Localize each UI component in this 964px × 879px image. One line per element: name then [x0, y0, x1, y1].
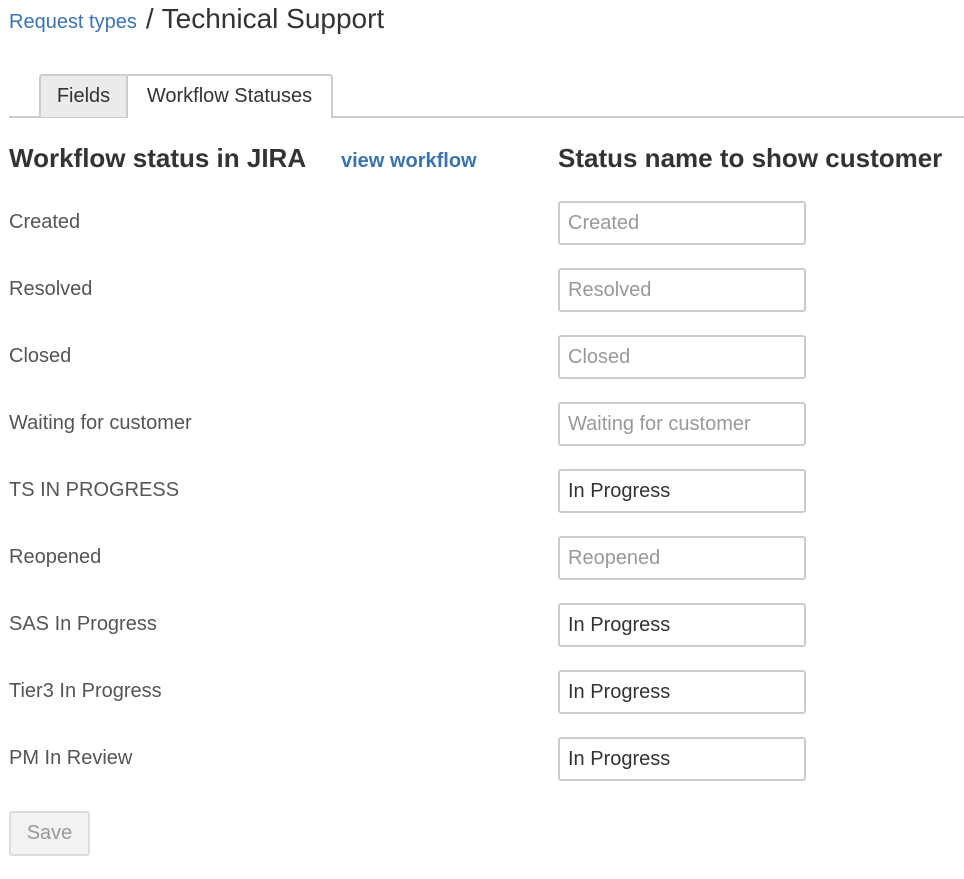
customer-status-input-reopened[interactable] [558, 536, 806, 580]
tab-fields[interactable]: Fields [39, 74, 128, 117]
status-row-tier3-in-progress: Tier3 In Progress [0, 670, 964, 714]
customer-status-input-sas-in-progress[interactable] [558, 603, 806, 647]
customer-status-input-resolved[interactable] [558, 268, 806, 312]
jira-status-label: Reopened [9, 546, 102, 568]
workflow-status-heading: Workflow status in JIRA [9, 143, 307, 173]
customer-status-input-tier3-in-progress[interactable] [558, 670, 806, 714]
status-row-reopened: Reopened [0, 536, 964, 580]
jira-status-label: Closed [9, 345, 72, 367]
tab-workflow-statuses[interactable]: Workflow Statuses [126, 74, 333, 118]
breadcrumb: Request types / Technical Support [9, 3, 384, 39]
jira-status-label: Created [9, 211, 81, 233]
breadcrumb-separator: / [145, 3, 154, 34]
jira-status-label: SAS In Progress [9, 613, 157, 635]
jira-status-label: Waiting for customer [9, 412, 192, 434]
jira-status-label: TS IN PROGRESS [9, 479, 180, 501]
status-row-sas-in-progress: SAS In Progress [0, 603, 964, 647]
status-row-closed: Closed [0, 335, 964, 379]
breadcrumb-request-types-link[interactable]: Request types [9, 11, 137, 34]
customer-status-input-ts-in-progress[interactable] [558, 469, 806, 513]
status-row-pm-in-review: PM In Review [0, 737, 964, 781]
customer-status-input-created[interactable] [558, 201, 806, 245]
status-row-resolved: Resolved [0, 268, 964, 312]
save-button[interactable]: Save [9, 811, 90, 856]
jira-status-label: Resolved [9, 278, 93, 300]
page-title: Technical Support [161, 3, 385, 34]
customer-status-input-waiting-for-customer[interactable] [558, 402, 806, 446]
customer-status-heading: Status name to show customer [558, 143, 943, 173]
jira-status-label: Tier3 In Progress [9, 680, 162, 702]
view-workflow-link[interactable]: view workflow [341, 150, 477, 173]
status-row-created: Created [0, 201, 964, 245]
tab-bar: Fields Workflow Statuses [9, 74, 964, 118]
status-row-ts-in-progress: TS IN PROGRESS [0, 469, 964, 513]
customer-status-input-closed[interactable] [558, 335, 806, 379]
customer-status-input-pm-in-review[interactable] [558, 737, 806, 781]
jira-status-label: PM In Review [9, 747, 133, 769]
status-row-waiting-for-customer: Waiting for customer [0, 402, 964, 446]
